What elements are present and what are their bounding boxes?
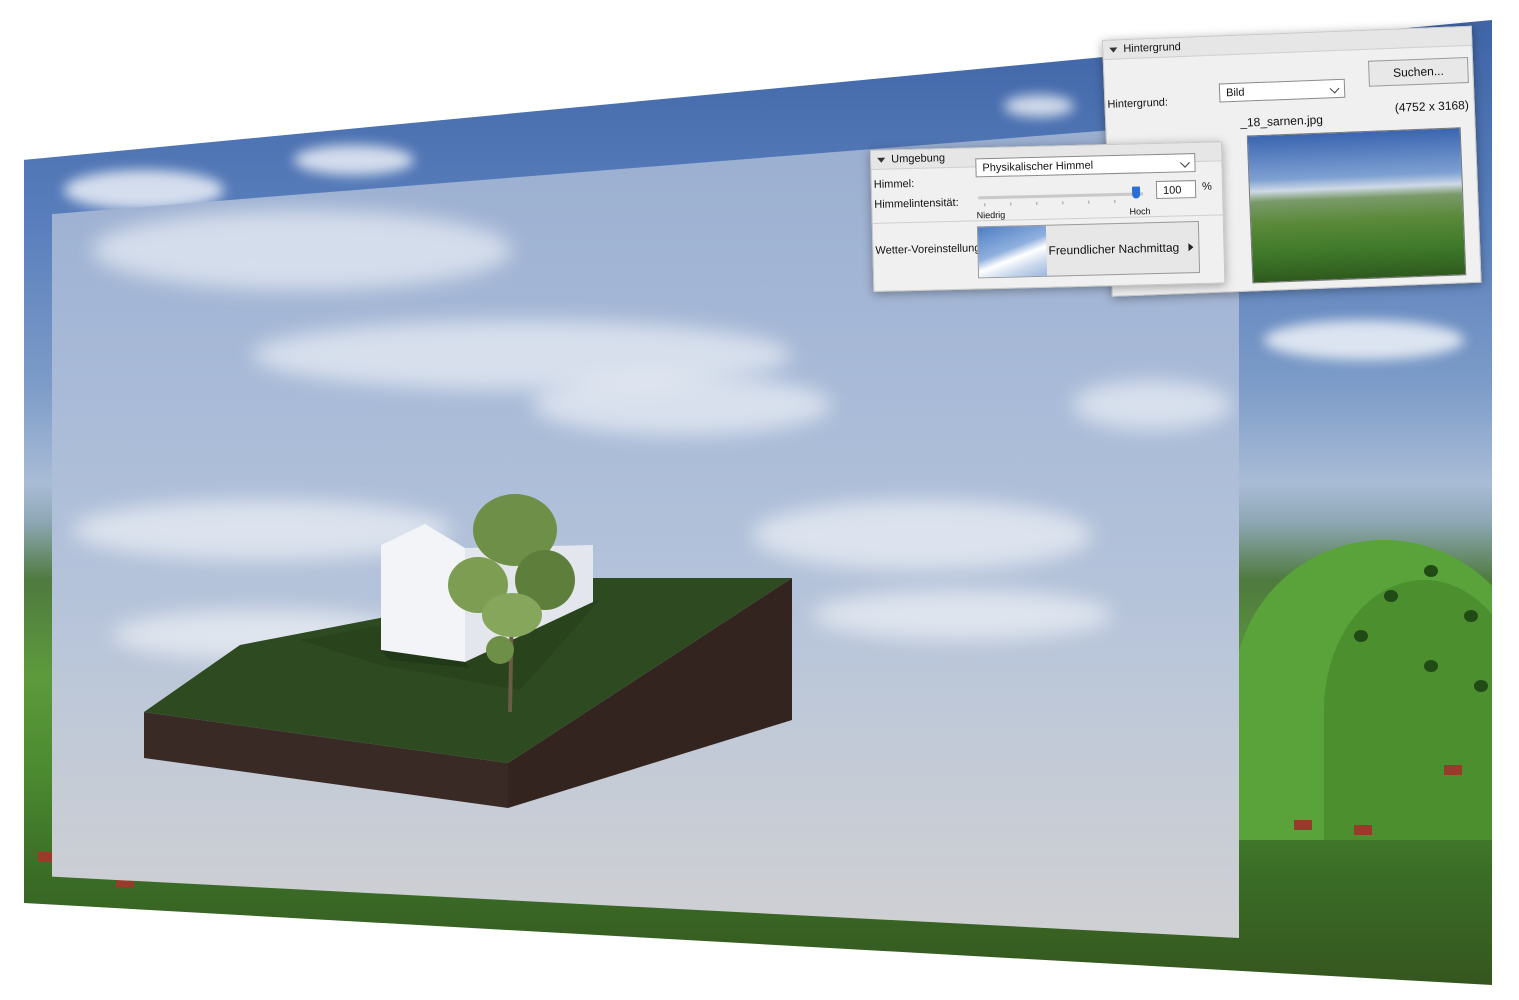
environment-section-title: Umgebung xyxy=(891,152,946,166)
sky-intensity-slider-thumb[interactable] xyxy=(1132,186,1141,199)
sky-type-value: Physikalischer Himmel xyxy=(982,159,1094,175)
collapse-caret-icon[interactable] xyxy=(1109,46,1118,53)
percent-unit: % xyxy=(1201,180,1212,193)
chevron-down-icon xyxy=(1179,157,1190,168)
background-section-title: Hintergrund xyxy=(1123,40,1182,56)
sky-intensity-input[interactable]: 100 xyxy=(1155,180,1197,200)
background-image-dimensions: (4752 x 3168) xyxy=(1394,97,1470,115)
collapse-caret-icon[interactable] xyxy=(877,157,886,163)
play-arrow-icon xyxy=(1188,243,1194,252)
sky-label: Himmel: xyxy=(873,177,915,191)
weather-preset-label: Wetter-Voreinstellung: xyxy=(875,242,984,257)
background-type-select[interactable]: Bild xyxy=(1218,78,1346,103)
search-button[interactable]: Suchen... xyxy=(1367,56,1469,87)
environment-settings-panel: Umgebung Himmel: Physikalischer Himmel H… xyxy=(870,141,1226,292)
sky-intensity-slider[interactable] xyxy=(978,192,1144,200)
background-type-value: Bild xyxy=(1225,86,1245,100)
chevron-down-icon xyxy=(1329,83,1340,94)
slider-max-label: Hoch xyxy=(1129,206,1151,217)
weather-preset-thumbnail xyxy=(977,225,1048,278)
weather-preset-picker[interactable]: Freundlicher Nachmittag xyxy=(976,220,1201,279)
background-section-header[interactable]: Hintergrund xyxy=(1103,26,1472,60)
background-label: Hintergrund: xyxy=(1107,96,1169,111)
slider-min-label: Niedrig xyxy=(976,209,1006,221)
sky-intensity-label: Himmelintensität: xyxy=(874,196,959,211)
weather-preset-value: Freundlicher Nachmittag xyxy=(1048,240,1180,258)
background-file-name: _18_sarnen.jpg xyxy=(1240,112,1324,130)
sky-type-select[interactable]: Physikalischer Himmel xyxy=(975,153,1196,178)
background-image-preview xyxy=(1246,127,1467,284)
